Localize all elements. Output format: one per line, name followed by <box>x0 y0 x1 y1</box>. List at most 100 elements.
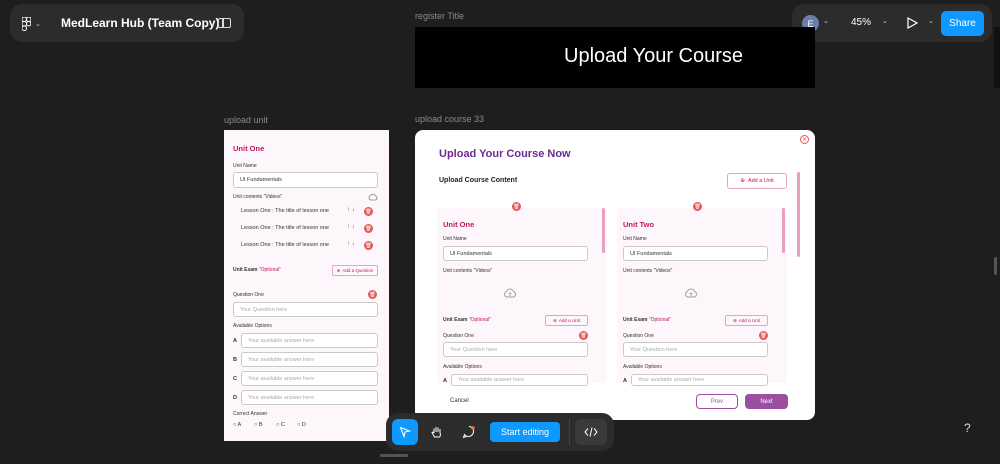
unit-exam-text: Unit Exam <box>233 267 258 273</box>
delete-icon[interactable]: 🗑 <box>579 331 588 340</box>
available-options-label: Available Options <box>443 364 482 370</box>
canvas-scrollbar[interactable] <box>994 257 997 275</box>
chevron-down-icon: ⌄ <box>35 21 41 28</box>
option-input[interactable]: Your available answer here <box>451 374 588 386</box>
upload-course-modal[interactable]: ✕ Upload Your Course Now Upload Course C… <box>415 130 815 420</box>
option-input[interactable]: Your available answer here <box>241 333 378 348</box>
option-letter: B <box>233 357 237 363</box>
modal-scrollbar[interactable] <box>797 172 800 257</box>
dev-mode-button[interactable] <box>575 419 607 445</box>
delete-icon[interactable]: 🗑 <box>693 202 702 211</box>
add-unit-small-button[interactable]: ⊕ Add a Unit <box>545 315 588 326</box>
register-heading: Upload Your Course <box>564 45 744 67</box>
unit-card-scrollbar[interactable] <box>782 208 785 253</box>
correct-choice-radio[interactable]: ○ D <box>297 422 306 428</box>
delete-icon[interactable]: 🗑 <box>364 224 373 233</box>
cloud-upload-icon[interactable] <box>503 288 517 298</box>
prev-button[interactable]: Prev <box>696 394 738 409</box>
move-tool-button[interactable] <box>392 419 418 445</box>
unit-card[interactable]: 🗑 Unit One Unit Name UI Fundamentals Uni… <box>437 202 607 386</box>
delete-icon[interactable]: 🗑 <box>364 207 373 216</box>
unit-name-input[interactable]: UI Fundamentals <box>233 172 378 188</box>
figma-logo-icon <box>22 17 31 31</box>
register-title-frame[interactable]: Upload Your Course <box>415 27 815 88</box>
delete-icon[interactable]: 🗑 <box>368 290 377 299</box>
unit-name-input[interactable]: UI Fundamentals <box>623 246 768 261</box>
question-label: Question One <box>233 292 264 298</box>
delete-icon[interactable]: 🗑 <box>759 331 768 340</box>
unit-contents-label: Unit contents "Videos" <box>233 194 283 200</box>
delete-icon[interactable]: 🗑 <box>512 202 521 211</box>
next-button[interactable]: Next <box>745 394 788 409</box>
correct-choice-radio[interactable]: ○ A <box>233 422 241 428</box>
add-unit-button[interactable]: ⊕ Add a Unit <box>727 173 787 189</box>
cancel-button[interactable]: Cancel <box>450 398 469 404</box>
unit-exam-label: Unit Exam "Optional" <box>623 317 671 323</box>
close-icon[interactable]: ✕ <box>800 135 809 144</box>
comment-tool-button[interactable] <box>456 419 482 445</box>
code-icon <box>584 427 598 437</box>
question-label: Question One <box>623 333 654 339</box>
question-input[interactable]: Your Question here <box>443 342 588 357</box>
optional-text: "Optional" <box>258 267 282 273</box>
reorder-arrows-icon[interactable]: ↑ ↓ <box>347 207 355 213</box>
frame-label-upload-unit: upload unit <box>224 115 269 125</box>
help-button[interactable]: ? <box>964 421 971 435</box>
option-input[interactable]: Your available answer here <box>241 352 378 367</box>
reorder-arrows-icon[interactable]: ↑ ↓ <box>347 224 355 230</box>
play-icon[interactable] <box>906 17 918 29</box>
share-button[interactable]: Share <box>941 11 984 36</box>
unit-exam-label: Unit Exam "Optional" <box>443 317 491 323</box>
option-input[interactable]: Your available answer here <box>241 371 378 386</box>
unit-title: Unit One <box>443 220 475 229</box>
cloud-upload-icon[interactable] <box>684 288 698 298</box>
start-editing-button[interactable]: Start editing <box>490 422 560 442</box>
radio-label: A <box>237 422 242 428</box>
radio-label: B <box>258 422 263 428</box>
add-unit-small-button[interactable]: ⊕ Add a Unit <box>725 315 768 326</box>
chevron-down-icon[interactable]: ⌄ <box>823 17 829 25</box>
unit-card-scrollbar[interactable] <box>602 208 605 253</box>
option-input[interactable]: Your available answer here <box>631 374 768 386</box>
offscreen-frame <box>994 27 1000 88</box>
cloud-upload-icon[interactable] <box>368 193 378 201</box>
hand-tool-button[interactable] <box>424 419 450 445</box>
delete-icon[interactable]: 🗑 <box>364 241 373 250</box>
modal-title: Upload Your Course Now <box>439 148 571 160</box>
unit-name-label: Unit Name <box>233 163 257 169</box>
sidebar-toggle-icon[interactable] <box>218 18 231 28</box>
horizontal-scrollbar[interactable] <box>380 454 408 457</box>
frame-label-register-title: register Title <box>415 11 465 21</box>
hand-icon <box>431 427 441 438</box>
chevron-down-icon[interactable]: ⌄ <box>882 17 888 25</box>
unit-contents-label: Unit contents "Videos" <box>623 268 673 274</box>
unit-name-input[interactable]: UI Fundamentals <box>443 246 588 261</box>
question-input[interactable]: Your Question here <box>233 302 378 317</box>
unit-exam-text: Unit Exam <box>623 317 648 323</box>
file-name[interactable]: MedLearn Hub (Team Copy) <box>61 16 219 30</box>
unit-card[interactable]: 🗑 Unit Two Unit Name UI Fundamentals Uni… <box>617 202 787 386</box>
bottom-toolbar: Start editing <box>386 413 614 451</box>
lesson-item: Lesson One : The title of lesson one <box>241 242 329 248</box>
add-unit-label: Add a Unit <box>558 318 580 323</box>
correct-choice-radio[interactable]: ○ C <box>276 422 285 428</box>
radio-label: D <box>301 422 306 428</box>
unit-exam-text: Unit Exam <box>443 317 468 323</box>
plus-icon: ⊕ <box>553 317 557 323</box>
chevron-down-icon[interactable]: ⌄ <box>928 17 934 25</box>
option-input[interactable]: Your available answer here <box>241 390 378 405</box>
add-question-button[interactable]: ⊕ Add a Question <box>332 265 378 276</box>
question-label: Question One <box>443 333 474 339</box>
lesson-item: Lesson One : The title of lesson one <box>241 208 329 214</box>
correct-choice-radio[interactable]: ○ B <box>254 422 263 428</box>
frame-label-upload-course: upload course 33 <box>415 114 485 124</box>
zoom-level[interactable]: 45% <box>851 17 871 28</box>
unit-contents-label: Unit contents "Videos" <box>443 268 493 274</box>
upload-unit-frame[interactable]: Unit One Unit Name UI Fundamentals Unit … <box>224 130 389 441</box>
unit-name-label: Unit Name <box>443 236 467 242</box>
radio-label: C <box>280 422 285 428</box>
figma-menu-button[interactable]: ⌄ <box>22 16 50 32</box>
cursor-icon <box>399 426 411 438</box>
reorder-arrows-icon[interactable]: ↑ ↓ <box>347 241 355 247</box>
question-input[interactable]: Your Question here <box>623 342 768 357</box>
